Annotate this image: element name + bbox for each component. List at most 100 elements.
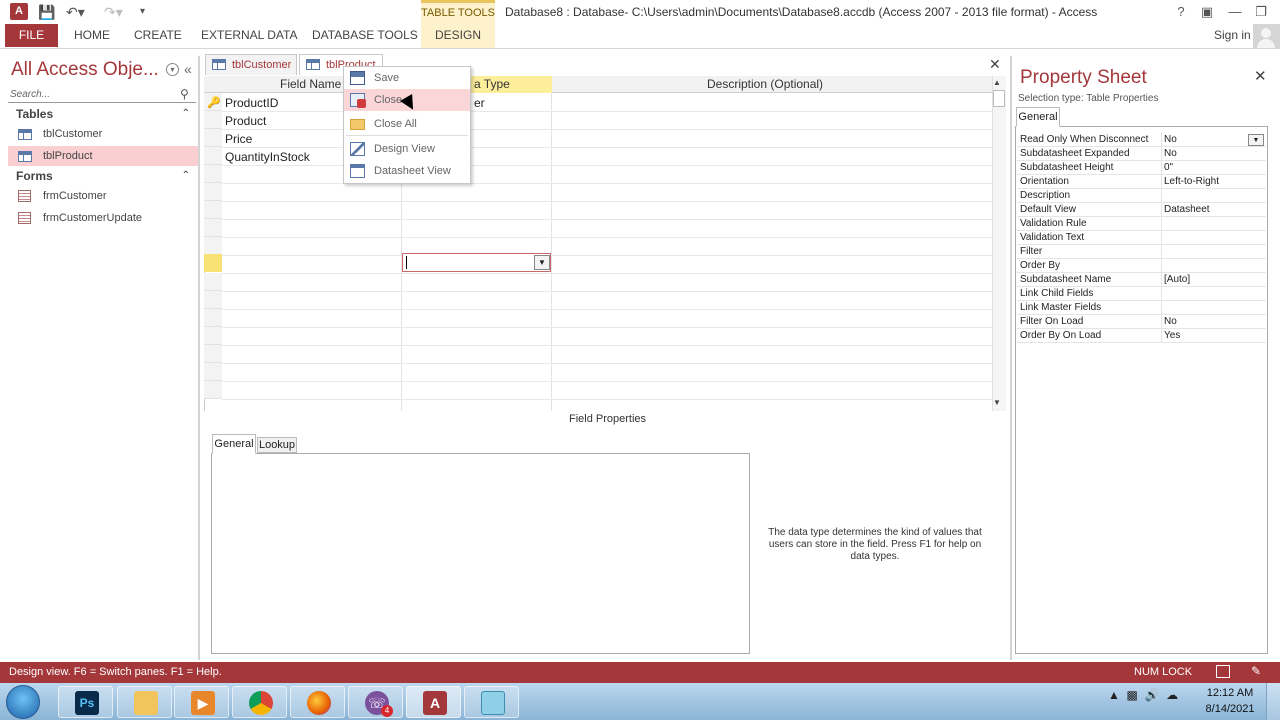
- field-name-cell[interactable]: Price: [225, 132, 252, 146]
- search-icon[interactable]: ⚲: [180, 87, 189, 101]
- header-data-type[interactable]: a Type: [474, 77, 510, 91]
- tab-home[interactable]: HOME: [74, 28, 110, 42]
- property-value[interactable]: 0": [1164, 161, 1173, 175]
- minimize-icon[interactable]: —: [1222, 2, 1248, 22]
- property-row[interactable]: Subdatasheet Name [Auto]: [1017, 273, 1266, 287]
- menu-item-design-view[interactable]: Design View: [344, 138, 470, 160]
- nav-item-tblproduct[interactable]: tblProduct: [8, 146, 198, 166]
- row-selector[interactable]: [204, 345, 222, 363]
- data-type-cell[interactable]: er: [474, 96, 485, 110]
- property-value[interactable]: No: [1164, 315, 1177, 329]
- property-value[interactable]: Left-to-Right: [1164, 175, 1219, 189]
- nav-item-frmcustomerupdate[interactable]: frmCustomerUpdate: [8, 208, 198, 228]
- chevron-up-icon[interactable]: ⌃: [182, 167, 190, 185]
- show-desktop-button[interactable]: [1266, 683, 1280, 720]
- property-value[interactable]: No: [1164, 133, 1177, 147]
- grid-scrollbar[interactable]: [992, 76, 1006, 411]
- start-button[interactable]: [6, 685, 40, 719]
- restore-icon[interactable]: ❐: [1248, 2, 1274, 22]
- property-row[interactable]: Subdatasheet Height 0": [1017, 161, 1266, 175]
- taskbar-access[interactable]: A: [406, 686, 461, 718]
- redo-icon[interactable]: ↷▾: [104, 2, 123, 22]
- property-row[interactable]: Order By: [1017, 259, 1266, 273]
- row-selector[interactable]: [204, 291, 222, 309]
- property-row[interactable]: Default View Datasheet: [1017, 203, 1266, 217]
- save-icon[interactable]: 💾: [38, 2, 55, 22]
- scroll-down-icon[interactable]: ▼: [993, 398, 1001, 407]
- property-row[interactable]: Description: [1017, 189, 1266, 203]
- property-row[interactable]: Order By On Load Yes: [1017, 329, 1266, 343]
- tab-database-tools[interactable]: DATABASE TOOLS: [312, 28, 418, 42]
- row-selector[interactable]: [204, 363, 222, 381]
- nav-group-tables[interactable]: Tables ⌃: [8, 105, 198, 123]
- row-selector[interactable]: [204, 237, 222, 255]
- row-selector[interactable]: [204, 381, 222, 399]
- ribbon-display-options-icon[interactable]: ▣: [1194, 2, 1220, 22]
- taskbar-media-player[interactable]: ▶: [174, 686, 229, 718]
- taskbar-firefox[interactable]: [290, 686, 345, 718]
- doc-tab-tblcustomer[interactable]: tblCustomer: [205, 54, 297, 75]
- header-field-name[interactable]: Field Name: [280, 77, 341, 91]
- collapse-pane-icon[interactable]: «: [184, 61, 192, 77]
- property-value[interactable]: Yes: [1164, 329, 1180, 343]
- access-app-icon[interactable]: A: [10, 3, 28, 20]
- property-row[interactable]: Link Child Fields: [1017, 287, 1266, 301]
- scroll-up-icon[interactable]: ▲: [993, 78, 1001, 87]
- tab-general[interactable]: General: [212, 434, 256, 454]
- scroll-thumb[interactable]: [993, 90, 1005, 107]
- row-selector[interactable]: [204, 201, 222, 219]
- avatar[interactable]: [1253, 24, 1280, 48]
- property-row[interactable]: Link Master Fields: [1017, 301, 1266, 315]
- property-row[interactable]: Subdatasheet Expanded No: [1017, 147, 1266, 161]
- close-document-icon[interactable]: ✕: [989, 56, 1001, 73]
- taskbar-notepad[interactable]: [464, 686, 519, 718]
- current-row-selector[interactable]: [204, 254, 222, 272]
- header-description[interactable]: Description (Optional): [707, 77, 823, 91]
- tab-create[interactable]: CREATE: [134, 28, 182, 42]
- nav-item-tblcustomer[interactable]: tblCustomer: [8, 124, 198, 144]
- property-value[interactable]: Datasheet: [1164, 203, 1210, 217]
- help-button[interactable]: ?: [1168, 2, 1194, 22]
- chevron-up-icon[interactable]: ⌃: [182, 105, 190, 123]
- row-selector[interactable]: [204, 129, 222, 147]
- datasheet-view-icon[interactable]: [1216, 665, 1230, 678]
- row-selector[interactable]: [204, 165, 222, 183]
- system-tray-icons[interactable]: ▲ ▩ 🔊 ☁: [1108, 688, 1178, 702]
- row-selector[interactable]: [204, 309, 222, 327]
- menu-item-save[interactable]: Save: [344, 67, 470, 89]
- row-selector[interactable]: [204, 327, 222, 345]
- property-row[interactable]: Filter On Load No: [1017, 315, 1266, 329]
- row-selector[interactable]: [204, 147, 222, 165]
- nav-item-frmcustomer[interactable]: frmCustomer: [8, 186, 198, 206]
- tab-lookup[interactable]: Lookup: [257, 437, 297, 453]
- chevron-down-icon[interactable]: ▼: [534, 255, 550, 270]
- row-selector[interactable]: [204, 273, 222, 291]
- customize-qat-icon[interactable]: ▾: [140, 2, 145, 22]
- tab-file[interactable]: FILE: [5, 24, 58, 47]
- data-type-select[interactable]: [402, 253, 551, 272]
- clock-time[interactable]: 12:12 AM: [1202, 687, 1258, 699]
- nav-group-forms[interactable]: Forms ⌃: [8, 167, 198, 185]
- nav-pane-title[interactable]: All Access Obje...: [11, 59, 159, 81]
- menu-item-datasheet-view[interactable]: Datasheet View: [344, 160, 470, 182]
- row-selector[interactable]: [204, 111, 222, 129]
- taskbar-photoshop[interactable]: Ps: [58, 686, 113, 718]
- property-value[interactable]: No: [1164, 147, 1177, 161]
- design-view-icon[interactable]: ✎: [1251, 665, 1265, 678]
- taskbar-chrome[interactable]: [232, 686, 287, 718]
- tab-external-data[interactable]: EXTERNAL DATA: [201, 28, 297, 42]
- clock-date[interactable]: 8/14/2021: [1202, 703, 1258, 715]
- chevron-down-icon[interactable]: ▼: [1248, 134, 1264, 146]
- field-name-cell[interactable]: QuantityInStock: [225, 150, 310, 164]
- table-design-grid[interactable]: [204, 76, 992, 411]
- property-row[interactable]: Validation Text: [1017, 231, 1266, 245]
- nav-search-input[interactable]: Search...: [8, 87, 196, 103]
- tab-design[interactable]: DESIGN: [421, 24, 495, 48]
- field-name-cell[interactable]: Product: [225, 114, 266, 128]
- row-selector[interactable]: [204, 219, 222, 237]
- menu-item-close-all[interactable]: Close All: [344, 113, 470, 135]
- property-row[interactable]: Validation Rule: [1017, 217, 1266, 231]
- close-icon[interactable]: ✕: [1254, 67, 1267, 85]
- undo-icon[interactable]: ↶▾: [66, 2, 85, 22]
- taskbar-viber[interactable]: ☏ 4: [348, 686, 403, 718]
